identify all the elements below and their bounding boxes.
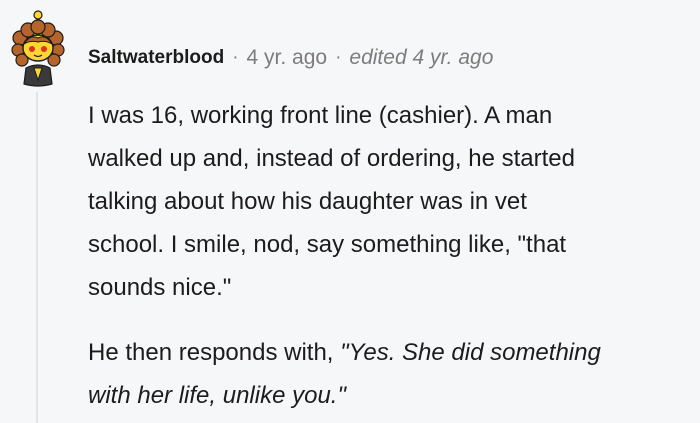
edited-label: edited 4 yr. ago: [349, 46, 494, 69]
quote-line-1: "Yes. She did something: [340, 339, 601, 366]
meta-separator-2: ·: [335, 47, 342, 68]
paragraph-line: sounds nice.": [88, 274, 232, 301]
comment-paragraph-2: He then responds with, "Yes. She did som…: [88, 331, 700, 417]
paragraph-line: I was 16, working front line (cashier). …: [88, 102, 553, 129]
comment: Saltwaterblood · 4 yr. ago · edited 4 yr…: [0, 0, 700, 423]
paragraph-prefix: He then responds with,: [88, 339, 341, 366]
meta-separator: ·: [232, 47, 239, 68]
comment-body: I was 16, working front line (cashier). …: [88, 94, 700, 417]
comment-paragraph-1: I was 16, working front line (cashier). …: [88, 94, 700, 309]
user-avatar-icon[interactable]: [6, 8, 70, 88]
quote-line-2: with her life, unlike you.": [88, 382, 346, 409]
comment-meta: Saltwaterblood · 4 yr. ago · edited 4 yr…: [88, 43, 493, 73]
paragraph-line: talking about how his daughter was in ve…: [88, 188, 527, 215]
thread-line[interactable]: [36, 92, 38, 423]
comment-age[interactable]: 4 yr. ago: [247, 43, 328, 73]
author-name[interactable]: Saltwaterblood: [88, 43, 224, 73]
paragraph-line: school. I smile, nod, say something like…: [88, 231, 567, 258]
paragraph-line: walked up and, instead of ordering, he s…: [88, 145, 575, 172]
